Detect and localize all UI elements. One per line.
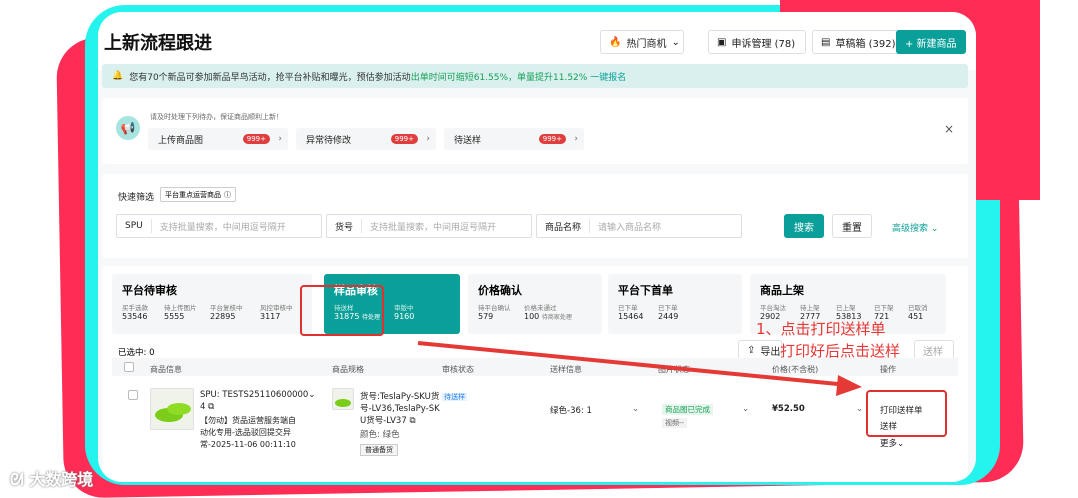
logo-icon: ᘛ <box>10 470 24 489</box>
annotation-step1: 1、点击打印送样单 <box>756 320 886 338</box>
annotation-arrow <box>417 341 862 396</box>
watermark: ᘛ 大数跨境 <box>10 470 94 489</box>
annotation-step2: 打印好后点击送样 <box>780 342 901 360</box>
